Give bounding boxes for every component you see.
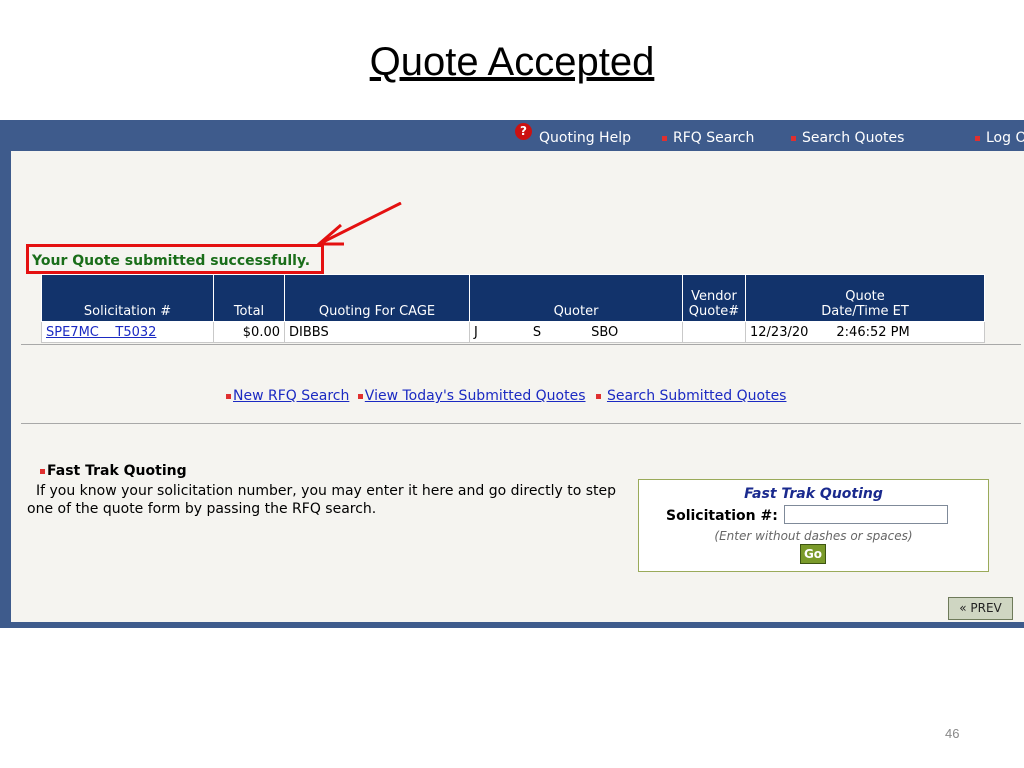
solicitation-label: Solicitation #:: [666, 508, 778, 524]
success-text: Your Quote submitted successfully.: [32, 253, 311, 269]
cage-cell: DIBBS: [284, 321, 470, 343]
red-arrow-annotation: [314, 202, 402, 246]
app-window: ? Quoting Help RFQ Search Search Quotes …: [0, 120, 1024, 628]
view-todays-quotes-link[interactable]: View Today's Submitted Quotes: [365, 388, 586, 404]
bullet-icon: [40, 468, 45, 474]
page-number: 46: [945, 726, 960, 741]
search-quotes-link[interactable]: Search Quotes: [791, 130, 904, 146]
solicitation-hint: (Enter without dashes or spaces): [714, 529, 913, 543]
quoting-help-link[interactable]: Quoting Help: [539, 130, 631, 146]
content-panel: Your Quote submitted successfully. Solic…: [11, 151, 1024, 622]
solicitation-link[interactable]: SPE7MC T5032: [41, 321, 214, 343]
bullet-icon: [975, 135, 980, 141]
vendor-quote-cell: [682, 321, 746, 343]
date-cell: 12/23/20 2:46:52 PM: [745, 321, 985, 343]
rfq-search-link[interactable]: RFQ Search: [662, 130, 754, 146]
slide-title: Quote Accepted: [369, 40, 655, 84]
bullet-icon: [662, 135, 667, 141]
bullet-icon: [791, 135, 796, 141]
quote-links: New RFQ Search View Today's Submitted Qu…: [226, 388, 786, 404]
logout-link[interactable]: Log O: [975, 130, 1024, 146]
table-header-row: Solicitation # Total Quoting For CAGE Qu…: [41, 274, 985, 322]
col-date: Quote Date/Time ET: [745, 274, 985, 322]
col-quoter: Quoter: [469, 274, 683, 322]
col-vendor-quote: Vendor Quote#: [682, 274, 746, 322]
quote-table: Solicitation # Total Quoting For CAGE Qu…: [41, 274, 985, 343]
success-message: Your Quote submitted successfully.: [26, 244, 324, 274]
table-row: SPE7MC T5032 $0.00 DIBBS J S SBO 12/23/20 2…: [41, 321, 985, 343]
fast-trak-box: Fast Trak Quoting Solicitation #: (Enter…: [638, 479, 989, 572]
col-solicitation: Solicitation #: [41, 274, 214, 322]
fast-trak-box-title: Fast Trak Quoting: [744, 486, 883, 502]
help-icon[interactable]: ?: [515, 123, 532, 140]
solicitation-input[interactable]: [784, 505, 948, 524]
bullet-icon: [357, 393, 363, 399]
divider: [21, 423, 1021, 424]
divider: [21, 344, 1021, 345]
bullet-icon: [226, 393, 231, 399]
top-nav: ? Quoting Help RFQ Search Search Quotes …: [0, 120, 1024, 151]
fast-trak-heading: Fast Trak Quoting: [40, 463, 187, 479]
fast-trak-description: If you know your solicitation number, yo…: [27, 483, 617, 517]
bullet-icon: [595, 393, 601, 399]
search-submitted-quotes-link[interactable]: Search Submitted Quotes: [607, 388, 787, 404]
col-total: Total: [213, 274, 285, 322]
total-cell: $0.00: [213, 321, 285, 343]
col-cage: Quoting For CAGE: [284, 274, 470, 322]
quoter-cell: J S SBO: [469, 321, 683, 343]
new-rfq-search-link[interactable]: New RFQ Search: [233, 388, 349, 404]
go-button[interactable]: Go: [800, 544, 826, 564]
prev-button[interactable]: « PREV: [948, 597, 1013, 620]
